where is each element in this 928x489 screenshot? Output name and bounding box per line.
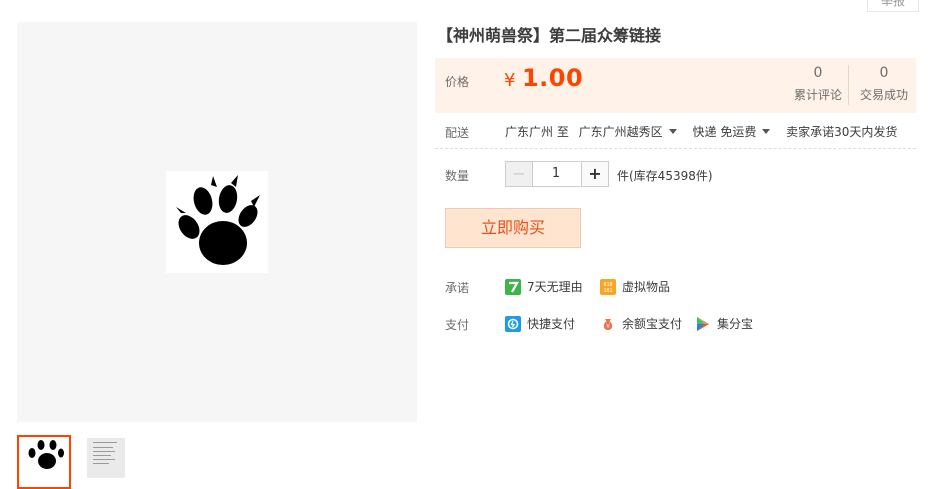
buy-now-button[interactable]: 立即购买: [445, 208, 581, 248]
pay-jifenbao-label: 集分宝: [717, 317, 754, 331]
transaction-count-label: 交易成功: [859, 88, 908, 102]
caret-down-icon: [668, 129, 677, 134]
quick-pay-icon: [505, 315, 521, 332]
review-count[interactable]: 0 累计评论: [787, 65, 849, 103]
quantity-label: 数量: [445, 169, 470, 183]
price-panel: 价格 ¥1.00 0 累计评论 0 交易成功: [435, 58, 916, 113]
caret-down-icon: [762, 129, 771, 134]
report-link[interactable]: 举报: [867, 0, 919, 12]
delivery-promise: 卖家承诺30天内发货: [786, 125, 898, 139]
delivery-label: 配送: [445, 126, 470, 140]
svg-text:101: 101: [603, 288, 612, 294]
increase-button[interactable]: +: [581, 161, 609, 187]
review-count-label: 累计评论: [793, 88, 842, 102]
delivery-from: 广东广州 至: [505, 125, 569, 139]
payment-label: 支付: [445, 318, 470, 332]
review-count-value: 0: [813, 65, 823, 81]
thumbnail-1[interactable]: [17, 435, 71, 489]
pay-quick-label: 快捷支付: [527, 317, 576, 331]
promise-virtual[interactable]: 010 101 虚拟物品: [600, 278, 670, 296]
svg-text:¥: ¥: [606, 323, 610, 330]
decrease-button[interactable]: −: [505, 161, 533, 187]
divider: [435, 148, 916, 149]
delivery-method-select[interactable]: 快递 免运费: [693, 125, 775, 139]
promise-7day[interactable]: 7天无理由: [505, 278, 583, 296]
quantity-input[interactable]: 1: [532, 161, 580, 187]
price-amount: 1.00: [521, 64, 584, 92]
delivery-to-select[interactable]: 广东广州越秀区: [579, 125, 681, 139]
pay-yuebao-label: 余额宝支付: [622, 317, 683, 331]
promise-virtual-label: 虚拟物品: [622, 280, 671, 294]
price-value: ¥1.00: [504, 64, 583, 92]
delivery-info: 广东广州 至 广东广州越秀区 快递 免运费 卖家承诺30天内发货: [505, 123, 897, 140]
transaction-count[interactable]: 0 交易成功: [853, 65, 915, 103]
thumbnail-2[interactable]: [87, 438, 125, 478]
promise-7day-label: 7天无理由: [527, 280, 583, 294]
product-title: 【神州萌兽祭】第二届众筹链接: [437, 26, 662, 45]
delivery-method: 快递 免运费: [692, 125, 757, 139]
main-product-image: [17, 22, 417, 422]
currency-symbol: ¥: [504, 70, 516, 91]
virtual-goods-icon: 010 101: [600, 278, 616, 295]
transaction-count-value: 0: [879, 65, 889, 81]
stock-info: 件(库存45398件): [617, 169, 713, 183]
yuebao-icon: ¥: [600, 316, 616, 332]
jifenbao-icon: [695, 316, 711, 332]
stat-divider: [848, 65, 849, 105]
paw-print-image: [166, 171, 268, 273]
pay-yuebao[interactable]: ¥ 余额宝支付: [600, 315, 682, 333]
promise-label: 承诺: [445, 281, 470, 295]
7-day-icon: [505, 278, 521, 295]
delivery-to: 广东广州越秀区: [578, 125, 663, 139]
pay-quick[interactable]: 快捷支付: [505, 315, 575, 333]
price-label: 价格: [445, 75, 470, 89]
pay-jifenbao[interactable]: 集分宝: [695, 315, 753, 333]
